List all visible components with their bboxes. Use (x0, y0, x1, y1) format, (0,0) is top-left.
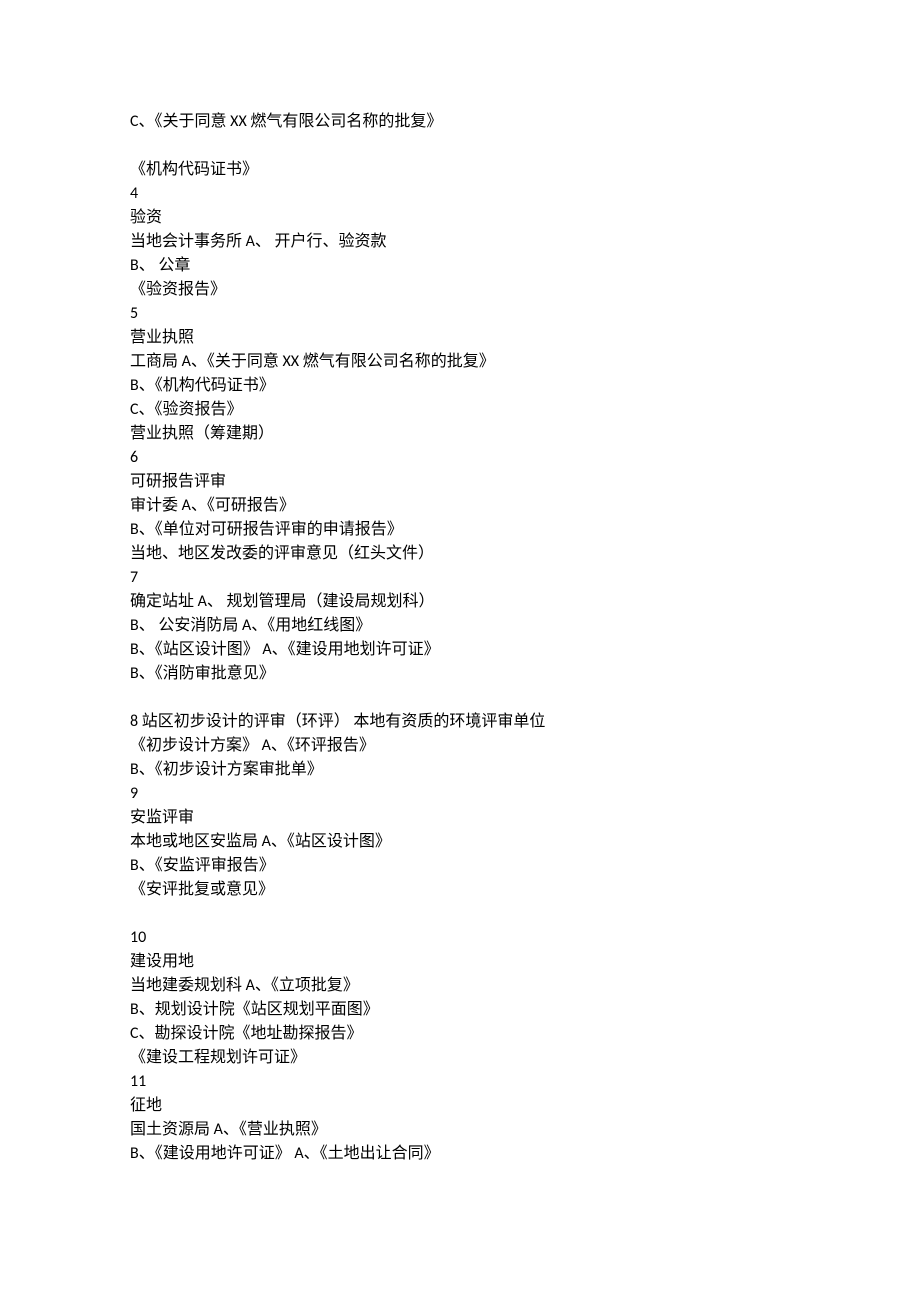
text-line: 5 (130, 302, 790, 326)
text-line: 8 站区初步设计的评审（环评） 本地有资质的环境评审单位 (130, 710, 790, 734)
text-line: 征地 (130, 1094, 790, 1118)
text-line: C、《验资报告》 (130, 398, 790, 422)
text-line: 安监评审 (130, 806, 790, 830)
text-line: 本地或地区安监局 A、《站区设计图》 (130, 830, 790, 854)
text-line: 7 (130, 566, 790, 590)
text-line: B、《安监评审报告》 (130, 854, 790, 878)
text-line: 《安评批复或意见》 (130, 878, 790, 902)
blank-line (130, 902, 790, 926)
text-line: B、《消防审批意见》 (130, 662, 790, 686)
text-line: C、《关于同意 XX 燃气有限公司名称的批复》 (130, 110, 790, 134)
text-line: B、《建设用地许可证》 A、《土地出让合同》 (130, 1142, 790, 1166)
text-line: 《验资报告》 (130, 278, 790, 302)
text-line: 验资 (130, 206, 790, 230)
text-line: 审计委 A、《可研报告》 (130, 494, 790, 518)
text-line: B、《站区设计图》 A、《建设用地划许可证》 (130, 638, 790, 662)
text-line: B、《单位对可研报告评审的申请报告》 (130, 518, 790, 542)
text-line: 确定站址 A、 规划管理局（建设局规划科） (130, 590, 790, 614)
text-line: 建设用地 (130, 950, 790, 974)
text-line: 4 (130, 182, 790, 206)
text-line: 11 (130, 1070, 790, 1094)
text-line: 当地会计事务所 A、 开户行、验资款 (130, 230, 790, 254)
text-line: 9 (130, 782, 790, 806)
text-line: 当地建委规划科 A、《立项批复》 (130, 974, 790, 998)
text-line: 营业执照（筹建期） (130, 422, 790, 446)
text-line: 《建设工程规划许可证》 (130, 1046, 790, 1070)
text-line: C、勘探设计院《地址勘探报告》 (130, 1022, 790, 1046)
text-line: 工商局 A、《关于同意 XX 燃气有限公司名称的批复》 (130, 350, 790, 374)
text-line: 《初步设计方案》 A、《环评报告》 (130, 734, 790, 758)
document-page: C、《关于同意 XX 燃气有限公司名称的批复》《机构代码证书》4验资当地会计事务… (0, 0, 920, 1302)
text-line: B、规划设计院《站区规划平面图》 (130, 998, 790, 1022)
text-line: 当地、地区发改委的评审意见（红头文件） (130, 542, 790, 566)
text-line: B、《机构代码证书》 (130, 374, 790, 398)
blank-line (130, 134, 790, 158)
text-line: 6 (130, 446, 790, 470)
text-line: 可研报告评审 (130, 470, 790, 494)
text-line: B、 公章 (130, 254, 790, 278)
text-line: 10 (130, 926, 790, 950)
blank-line (130, 686, 790, 710)
text-line: 《机构代码证书》 (130, 158, 790, 182)
text-line: B、《初步设计方案审批单》 (130, 758, 790, 782)
text-line: 营业执照 (130, 326, 790, 350)
text-line: B、 公安消防局 A、《用地红线图》 (130, 614, 790, 638)
text-line: 国土资源局 A、《营业执照》 (130, 1118, 790, 1142)
